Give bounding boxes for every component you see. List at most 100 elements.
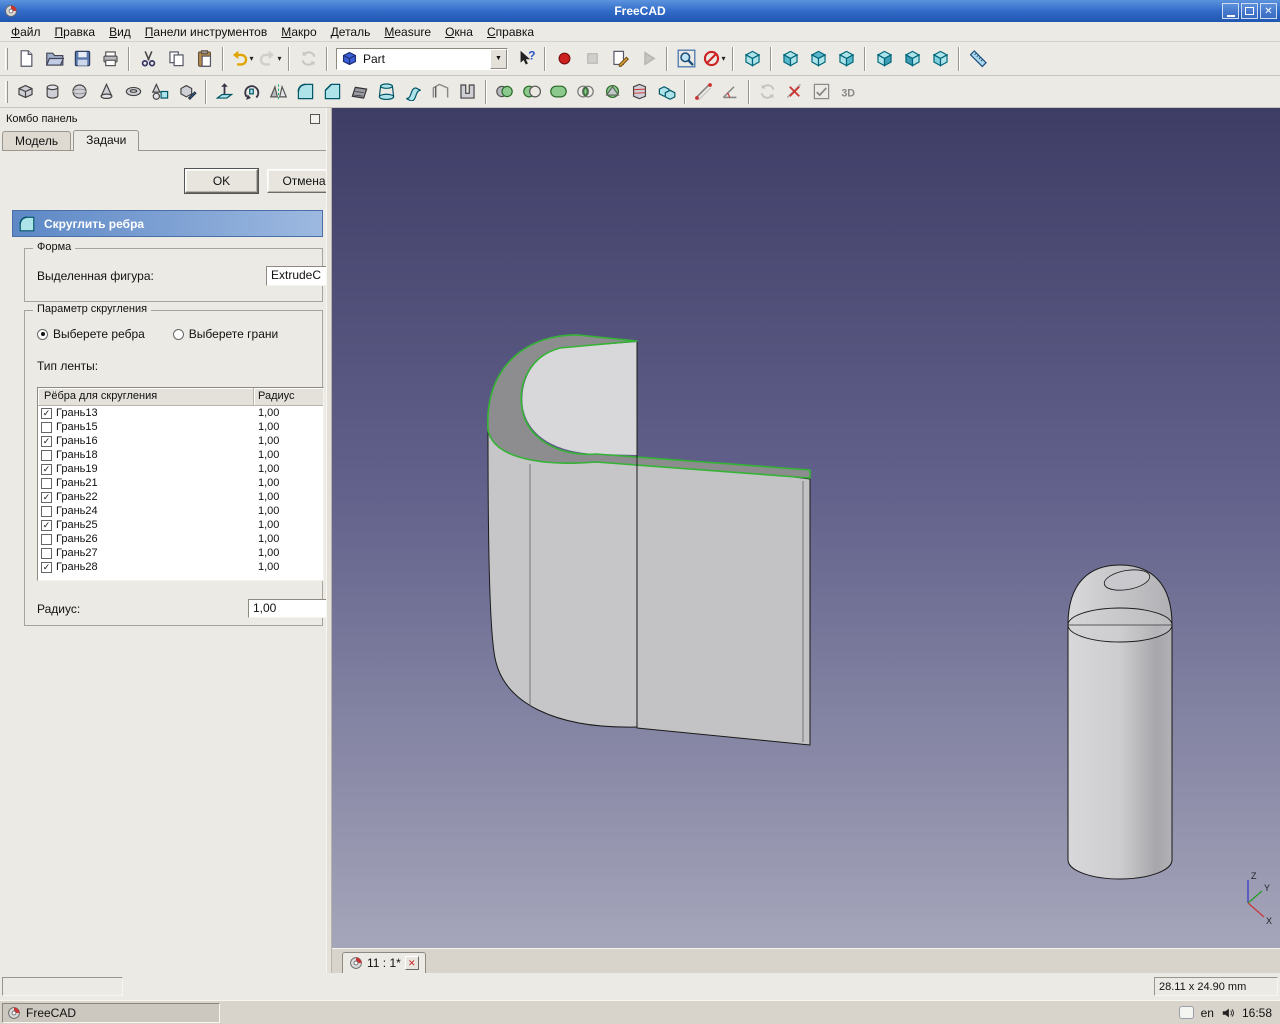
edge-radius[interactable]: 1,00 [248, 547, 279, 559]
measure-clear-all-button[interactable] [781, 79, 808, 105]
edge-checkbox[interactable]: ✓ [41, 436, 52, 447]
edge-checkbox[interactable]: ✓ [41, 408, 52, 419]
fillet-shape[interactable] [488, 335, 810, 745]
ok-button[interactable]: OK [185, 169, 258, 193]
shape-left-face[interactable] [488, 430, 637, 727]
menu-Файл[interactable]: Файл [4, 23, 48, 41]
menu-Панели инструментов[interactable]: Панели инструментов [138, 23, 274, 41]
measure-linear-button[interactable] [690, 79, 717, 105]
edge-radius[interactable]: 1,00 [248, 505, 279, 517]
measure-toggle-all-button[interactable] [808, 79, 835, 105]
edge-radius[interactable]: 1,00 [248, 561, 279, 573]
measure-angular-button[interactable] [717, 79, 744, 105]
edge-radius[interactable]: 1,00 [248, 491, 279, 503]
view-bottom-button[interactable] [898, 45, 926, 73]
macro-record-button[interactable] [550, 45, 578, 73]
redo-button[interactable]: ▾ [256, 45, 284, 73]
edge-radius[interactable]: 1,00 [248, 477, 279, 489]
dropdown-arrow-icon[interactable]: ▾ [721, 54, 725, 63]
part-compound-button[interactable] [653, 79, 680, 105]
edge-row[interactable]: ✓Грань191,00 [38, 462, 323, 476]
part-boolean-union-button[interactable] [545, 79, 572, 105]
part-box-button[interactable] [12, 79, 39, 105]
edge-radius[interactable]: 1,00 [248, 449, 279, 461]
select-faces-radio[interactable]: Выберете грани [173, 327, 278, 341]
new-document-button[interactable] [12, 45, 40, 73]
edge-row[interactable]: Грань211,00 [38, 476, 323, 490]
edge-row[interactable]: ✓Грань251,00 [38, 518, 323, 532]
keyboard-layout-indicator[interactable]: en [1201, 1006, 1214, 1020]
edge-checkbox[interactable] [41, 534, 52, 545]
edge-checkbox[interactable] [41, 422, 52, 433]
paste-button[interactable] [190, 45, 218, 73]
refresh-button[interactable] [294, 45, 322, 73]
tab-tasks[interactable]: Задачи [73, 130, 139, 151]
part-boolean-cut-button[interactable] [518, 79, 545, 105]
edge-radius[interactable]: 1,00 [248, 421, 279, 433]
part-thickness-button[interactable] [454, 79, 481, 105]
toolbar-handle[interactable] [5, 81, 8, 103]
part-cone-button[interactable] [93, 79, 120, 105]
edge-row[interactable]: ✓Грань221,00 [38, 490, 323, 504]
part-boolean-common-button[interactable] [572, 79, 599, 105]
part-mirror-button[interactable] [265, 79, 292, 105]
edge-checkbox[interactable] [41, 506, 52, 517]
edge-checkbox[interactable] [41, 478, 52, 489]
select-edges-radio[interactable]: Выберете ребра [37, 327, 145, 341]
menu-Окна[interactable]: Окна [438, 23, 480, 41]
workbench-selector[interactable]: Part▼ [336, 48, 508, 70]
cylinder-shape[interactable] [1068, 565, 1172, 879]
print-button[interactable] [96, 45, 124, 73]
edge-checkbox[interactable] [41, 548, 52, 559]
shape-tail-face[interactable] [637, 457, 810, 745]
part-primitives-button[interactable] [147, 79, 174, 105]
edge-row[interactable]: Грань271,00 [38, 546, 323, 560]
document-tab[interactable]: 11 : 1* ✕ [342, 952, 426, 973]
cylinder-body[interactable] [1068, 625, 1172, 879]
edge-checkbox[interactable]: ✓ [41, 492, 52, 503]
edge-radius[interactable]: 1,00 [248, 519, 279, 531]
tray-app-icon[interactable] [1179, 1006, 1194, 1019]
maximize-button[interactable] [1241, 3, 1258, 19]
edge-radius[interactable]: 1,00 [248, 407, 279, 419]
draw-style-button[interactable]: ▾ [700, 45, 728, 73]
part-cross-sections-button[interactable] [626, 79, 653, 105]
menu-Справка[interactable]: Справка [480, 23, 541, 41]
edge-checkbox[interactable]: ✓ [41, 562, 52, 573]
part-ruled-surface-button[interactable] [346, 79, 373, 105]
macro-play-button[interactable] [634, 45, 662, 73]
part-sphere-button[interactable] [66, 79, 93, 105]
toolbar-handle[interactable] [5, 48, 8, 70]
tab-model[interactable]: Модель [2, 131, 71, 150]
view-rear-button[interactable] [870, 45, 898, 73]
open-file-button[interactable] [40, 45, 68, 73]
view-front-button[interactable] [776, 45, 804, 73]
part-loft-button[interactable] [373, 79, 400, 105]
menu-Деталь[interactable]: Деталь [324, 23, 378, 41]
macro-stop-button[interactable] [578, 45, 606, 73]
selected-shape-field[interactable]: ExtrudeC [266, 266, 326, 286]
edge-row[interactable]: Грань181,00 [38, 448, 323, 462]
edge-radius[interactable]: 1,00 [248, 533, 279, 545]
speaker-icon[interactable] [1221, 1006, 1235, 1020]
view-axonometric-button[interactable] [738, 45, 766, 73]
edge-row[interactable]: Грань261,00 [38, 532, 323, 546]
close-button[interactable]: ✕ [1260, 3, 1277, 19]
part-boolean-button[interactable] [491, 79, 518, 105]
part-offset-button[interactable] [427, 79, 454, 105]
minimize-button[interactable] [1222, 3, 1239, 19]
macro-edit-button[interactable] [606, 45, 634, 73]
edge-row[interactable]: ✓Грань161,00 [38, 434, 323, 448]
menu-Measure[interactable]: Measure [377, 23, 438, 41]
part-chamfer-button[interactable] [319, 79, 346, 105]
menu-Вид[interactable]: Вид [102, 23, 138, 41]
edge-checkbox[interactable] [41, 450, 52, 461]
view-left-button[interactable] [926, 45, 954, 73]
cancel-button[interactable]: Отмена [267, 169, 326, 193]
dropdown-arrow-icon[interactable]: ▾ [277, 54, 281, 63]
edges-column-header[interactable]: Рёбра для скругления [38, 388, 254, 405]
part-revolve-button[interactable] [238, 79, 265, 105]
edge-radius[interactable]: 1,00 [248, 463, 279, 475]
dropdown-arrow-icon[interactable]: ▾ [249, 54, 253, 63]
part-fillet-button[interactable] [292, 79, 319, 105]
